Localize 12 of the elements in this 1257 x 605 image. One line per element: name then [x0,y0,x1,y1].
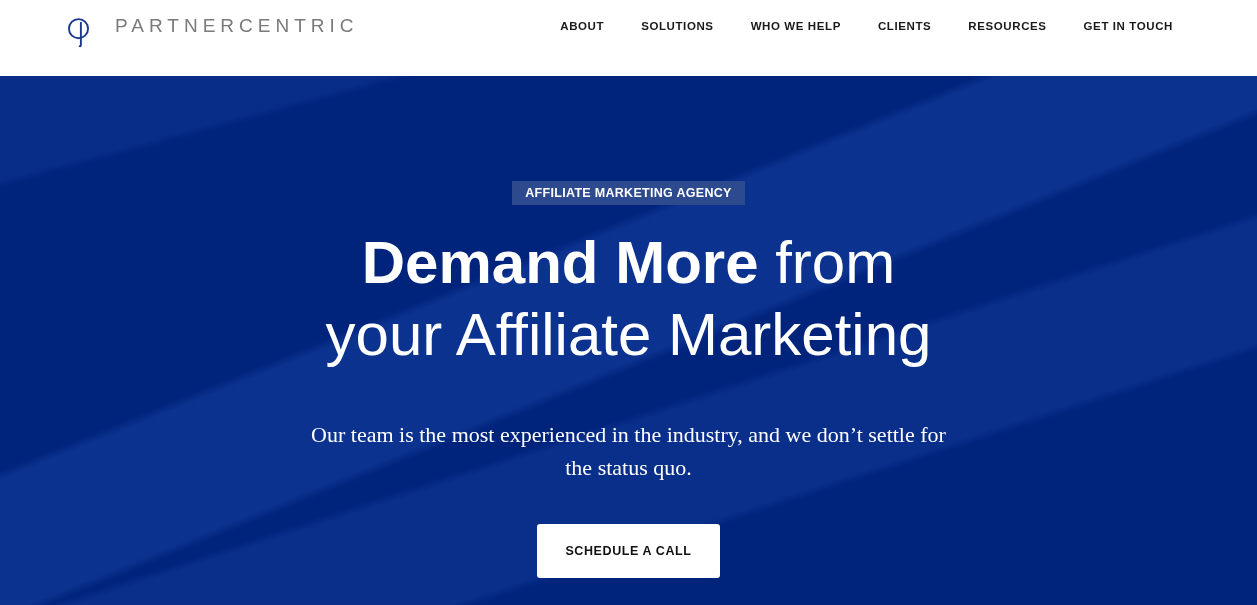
nav-link[interactable]: GET IN TOUCH [1083,20,1173,32]
nav-link[interactable]: WHO WE HELP [750,20,841,32]
nav-link[interactable]: CLIENTS [877,20,932,32]
nav-link[interactable]: ABOUT [560,20,605,32]
brand-logo-link[interactable]: PARTNERCENTRIC [68,4,359,48]
nav-link[interactable]: SOLUTIONS [641,20,714,32]
hero-heading: Demand More from your Affiliate Marketing [324,228,933,370]
logo-icon [68,16,89,48]
nav-link[interactable]: RESOURCES [968,20,1047,32]
hero-subtitle: Our team is the most experienced in the industry, and we don’t settle for the status quo. [310,421,947,482]
schedule-call-button[interactable]: SCHEDULE A CALL [537,524,720,578]
category-badge: AFFILIATE MARKETING AGENCY [512,181,745,205]
